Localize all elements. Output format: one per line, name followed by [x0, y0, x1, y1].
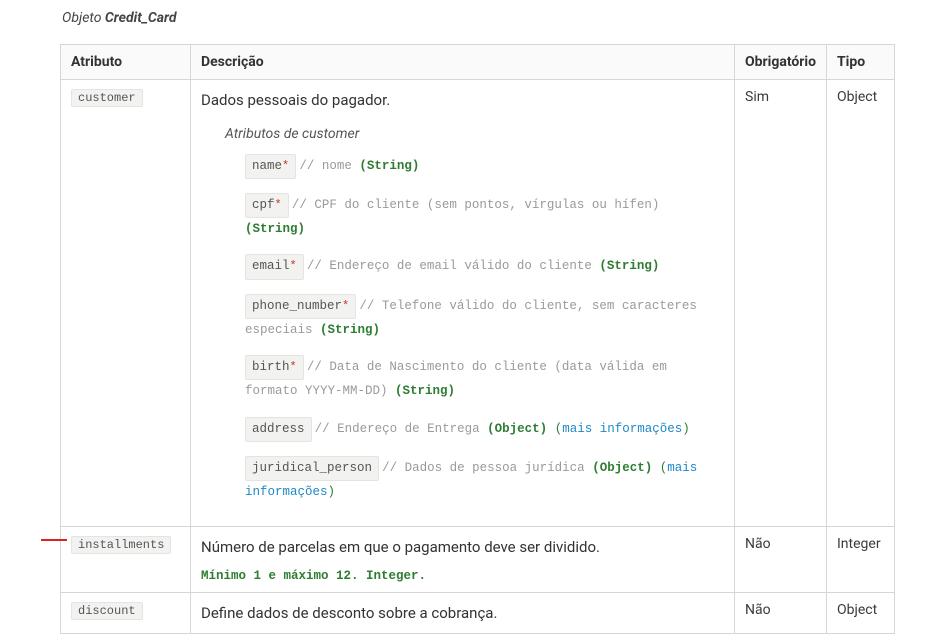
cell-type: Integer	[827, 527, 895, 593]
table-row: customer Dados pessoais do pagador. Atri…	[61, 80, 895, 527]
header-required: Obrigatório	[735, 45, 827, 80]
cell-description: Dados pessoais do pagador. Atributos de …	[191, 80, 735, 527]
sub-attr-cpf: cpf* // CPF do cliente (sem pontos, vírg…	[245, 193, 724, 241]
customer-subtitle: Atributos de customer	[225, 126, 724, 142]
sub-attr-address: address // Endereço de Entrega (Object) …	[245, 417, 724, 442]
sub-attr-email: email* // Endereço de email válido do cl…	[245, 254, 724, 279]
title-object: Credit_Card	[105, 10, 177, 26]
cell-description: Número de parcelas em que o pagamento de…	[191, 527, 735, 593]
sub-attr-juridical-person: juridical_person // Dados de pessoa jurí…	[245, 456, 724, 504]
attr-chip-discount: discount	[71, 602, 143, 620]
sub-attr-name: name* // nome (String)	[245, 154, 724, 179]
cell-attribute: customer	[61, 80, 191, 527]
cell-type: Object	[827, 80, 895, 527]
cell-type: Object	[827, 592, 895, 634]
cell-attribute: installments	[61, 527, 191, 593]
table-header-row: Atributo Descrição Obrigatório Tipo	[61, 45, 895, 80]
sub-attr-birth: birth* // Data de Nascimento do cliente …	[245, 355, 724, 403]
table-row: discount Define dados de desconto sobre …	[61, 592, 895, 634]
header-attribute: Atributo	[61, 45, 191, 80]
attributes-table: Atributo Descrição Obrigatório Tipo cust…	[60, 44, 895, 634]
installments-note: Mínimo 1 e máximo 12. Integer.	[201, 569, 724, 583]
cell-description: Define dados de desconto sobre a cobranç…	[191, 592, 735, 634]
table-row: installments Número de parcelas em que o…	[61, 527, 895, 593]
attr-chip-installments: installments	[71, 536, 171, 554]
address-more-info-link[interactable]: mais informações	[562, 422, 682, 436]
page-title: Objeto Credit_Card	[62, 10, 895, 26]
cell-required: Não	[735, 592, 827, 634]
discount-desc: Define dados de desconto sobre a cobranç…	[201, 602, 724, 625]
cell-required: Não	[735, 527, 827, 593]
installments-desc: Número de parcelas em que o pagamento de…	[201, 536, 724, 559]
cell-attribute: discount	[61, 592, 191, 634]
header-type: Tipo	[827, 45, 895, 80]
cell-required: Sim	[735, 80, 827, 527]
title-prefix: Objeto	[62, 10, 105, 26]
customer-desc: Dados pessoais do pagador.	[201, 89, 724, 112]
customer-sub-list: name* // nome (String) cpf* // CPF do cl…	[245, 154, 724, 504]
attr-chip-customer: customer	[71, 89, 143, 107]
header-description: Descrição	[191, 45, 735, 80]
sub-attr-phone-number: phone_number* // Telefone válido do clie…	[245, 294, 724, 342]
